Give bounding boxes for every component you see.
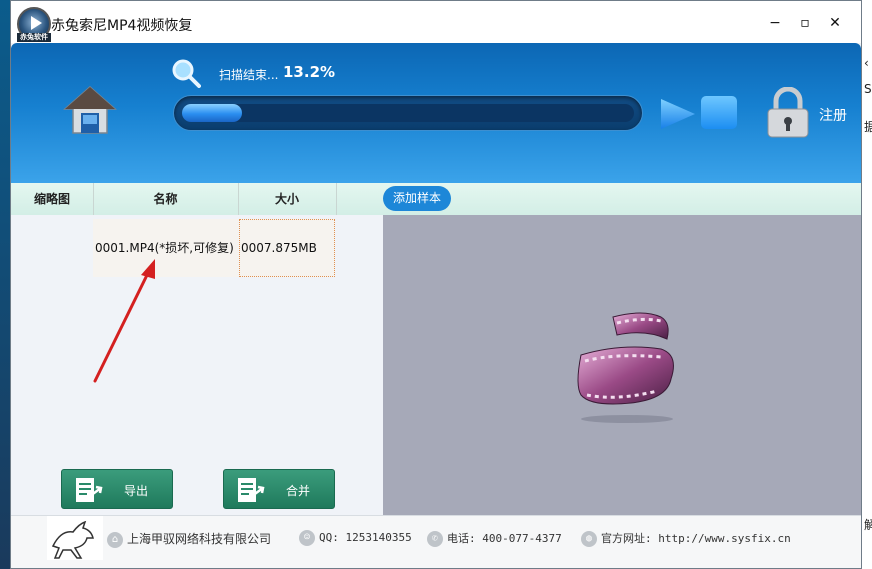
desktop-background xyxy=(0,0,10,569)
background-window-fragment: ‹ S 据 解 xyxy=(862,0,872,569)
play-icon[interactable] xyxy=(659,97,697,131)
maximize-button[interactable]: ▫ xyxy=(795,13,815,33)
film-reel-icon xyxy=(577,312,674,423)
scan-progress-fill xyxy=(182,104,242,122)
company-horse-logo xyxy=(47,516,103,560)
preview-panel xyxy=(383,215,861,515)
export-icon xyxy=(76,478,103,502)
export-label: 导出 xyxy=(124,484,149,498)
merge-label: 合并 xyxy=(286,484,311,498)
globe-icon: ◍ xyxy=(581,531,597,547)
phone-info: ✆ 电话: 400-077-4377 xyxy=(427,530,562,547)
background-text: 据 xyxy=(864,120,872,134)
qq-icon: ☺ xyxy=(299,530,315,546)
scan-percent: 13.2% xyxy=(283,63,336,81)
company-info: ⌂ 上海甲驭网络科技有限公司 xyxy=(107,530,271,548)
title-bar[interactable]: 赤兔软件 赤兔索尼MP4视频恢复 − ▫ ✕ xyxy=(11,1,861,43)
column-name[interactable]: 名称 xyxy=(93,183,239,215)
close-button[interactable]: ✕ xyxy=(825,13,845,33)
scan-status-label: 扫描结束... xyxy=(219,68,279,82)
column-thumbnail[interactable]: 缩略图 xyxy=(11,183,94,215)
stop-icon[interactable] xyxy=(701,96,737,129)
merge-button[interactable]: 合并 xyxy=(223,469,335,509)
background-text: ‹ xyxy=(864,56,869,70)
red-arrow-annotation xyxy=(93,259,155,383)
lock-icon[interactable] xyxy=(766,87,810,139)
export-button[interactable]: 导出 xyxy=(61,469,173,509)
add-sample-button[interactable]: 添加样本 xyxy=(383,186,451,211)
qq-number: QQ: 1253140355 xyxy=(319,531,412,544)
company-icon: ⌂ xyxy=(107,531,123,548)
qq-info: ☺ QQ: 1253140355 xyxy=(299,530,412,546)
app-window: 赤兔软件 赤兔索尼MP4视频恢复 − ▫ ✕ 扫描结束... 13.2% 注册 … xyxy=(10,0,862,569)
watermark xyxy=(706,510,856,566)
background-text: 解 xyxy=(864,518,872,532)
phone-number: 电话: 400-077-4377 xyxy=(447,532,562,545)
file-size-cell[interactable]: 0007.875MB xyxy=(239,219,335,277)
merge-icon xyxy=(238,478,265,502)
column-size[interactable]: 大小 xyxy=(238,183,337,215)
header-panel: 扫描结束... 13.2% 注册 xyxy=(11,43,861,183)
app-logo-caption: 赤兔软件 xyxy=(17,33,51,42)
scan-progress-bar xyxy=(173,95,643,131)
company-name: 上海甲驭网络科技有限公司 xyxy=(127,532,272,546)
window-title: 赤兔索尼MP4视频恢复 xyxy=(51,18,193,34)
home-icon[interactable] xyxy=(63,83,117,137)
search-icon xyxy=(172,59,201,88)
phone-icon: ✆ xyxy=(427,531,443,547)
app-logo-icon: 赤兔软件 xyxy=(17,7,51,42)
minimize-button[interactable]: − xyxy=(765,13,785,33)
file-list-header: 缩略图 名称 大小 添加样本 xyxy=(11,183,861,216)
register-link[interactable]: 注册 xyxy=(819,105,847,125)
background-text: S xyxy=(864,82,872,96)
